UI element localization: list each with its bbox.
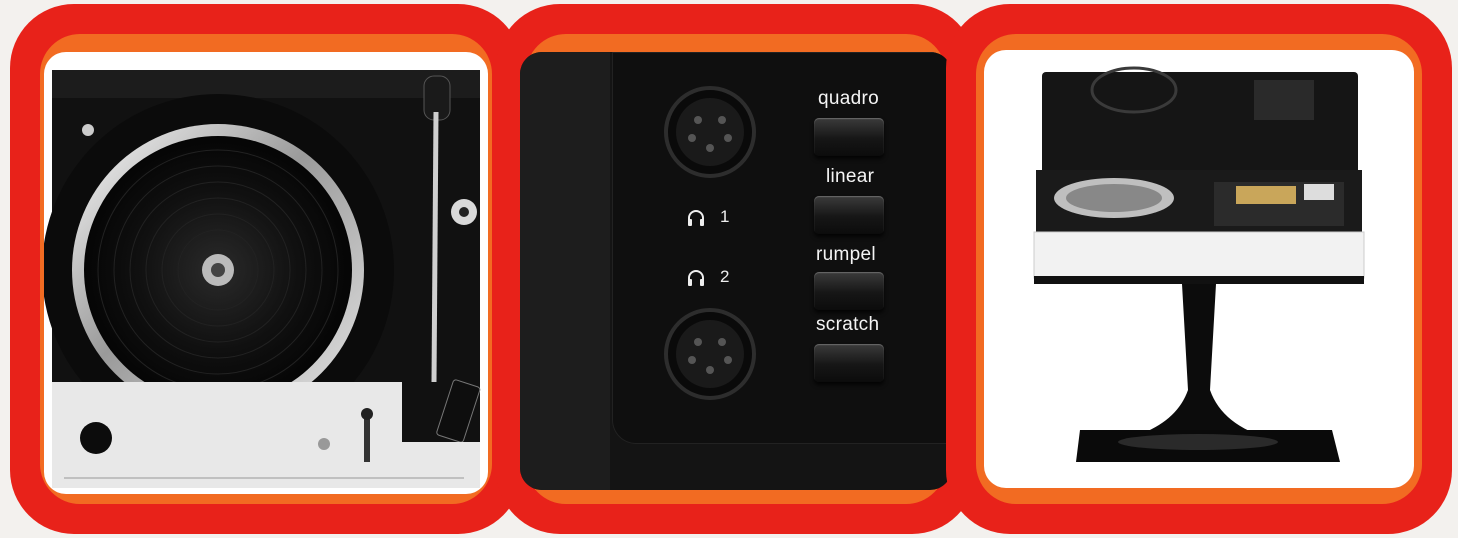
rumpel-button[interactable] <box>814 272 884 310</box>
linear-label: linear <box>826 166 875 187</box>
quadro-label: quadro <box>818 88 879 109</box>
scratch-label: scratch <box>816 314 880 335</box>
turntable-panel <box>10 4 522 534</box>
headphone-2-label: 2 <box>720 267 730 286</box>
photo-strip: 1 2 quadro linear rumpel scratch <box>0 0 1458 538</box>
console-stand-panel <box>946 4 1452 534</box>
din-socket-bottom <box>664 308 756 400</box>
turntable-image <box>44 70 481 488</box>
console-image <box>1033 66 1365 462</box>
quadro-button[interactable] <box>814 118 884 156</box>
din-socket-top <box>664 86 756 178</box>
headphones-icon <box>688 210 704 226</box>
rumpel-label: rumpel <box>816 244 876 265</box>
linear-button[interactable] <box>814 196 884 234</box>
control-buttons-panel: 1 2 quadro linear rumpel scratch <box>496 4 976 534</box>
headphone-1-label: 1 <box>720 207 730 226</box>
panel-edge <box>520 52 610 490</box>
headphones-icon <box>688 270 704 286</box>
scratch-button[interactable] <box>814 344 884 382</box>
